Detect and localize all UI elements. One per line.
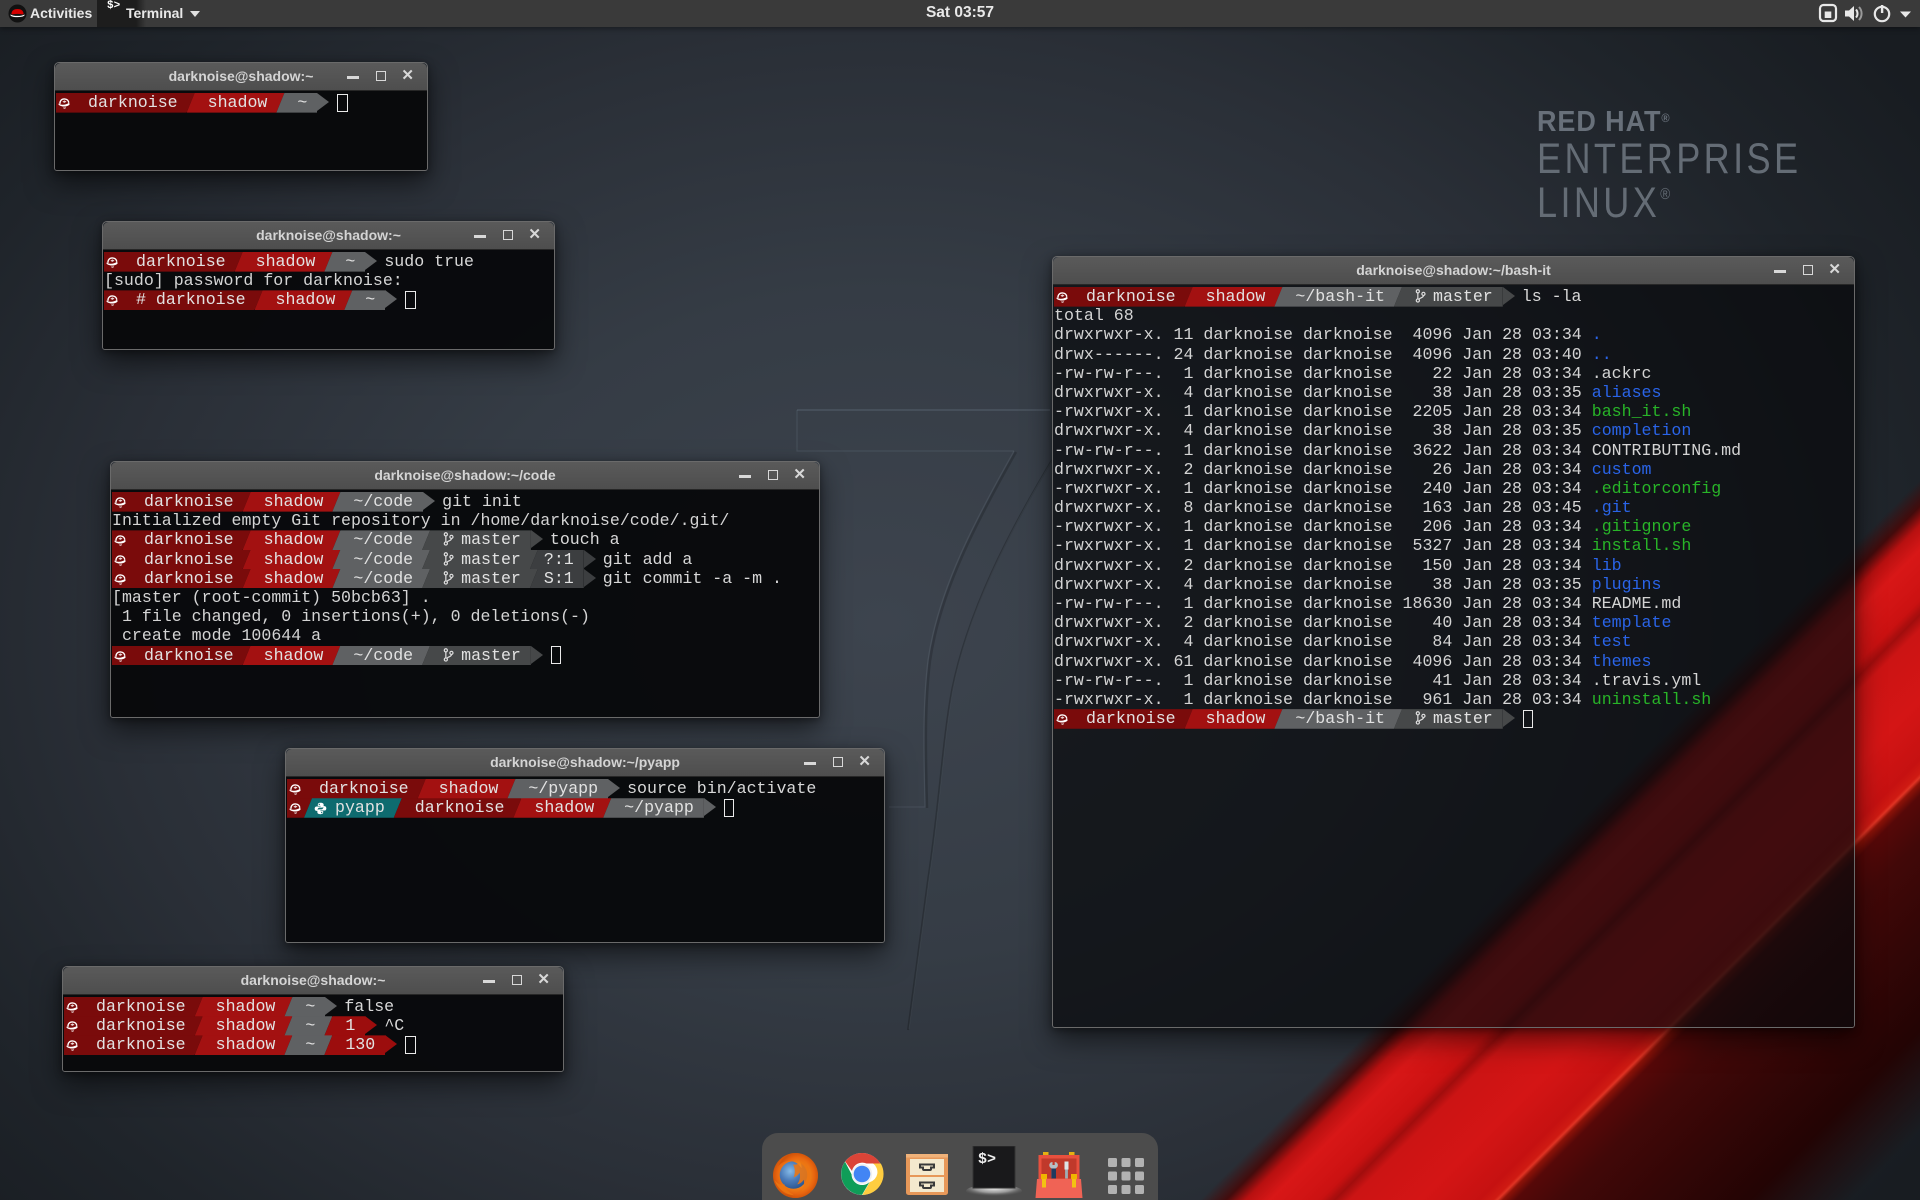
svg-text:$>: $>	[978, 1151, 996, 1168]
